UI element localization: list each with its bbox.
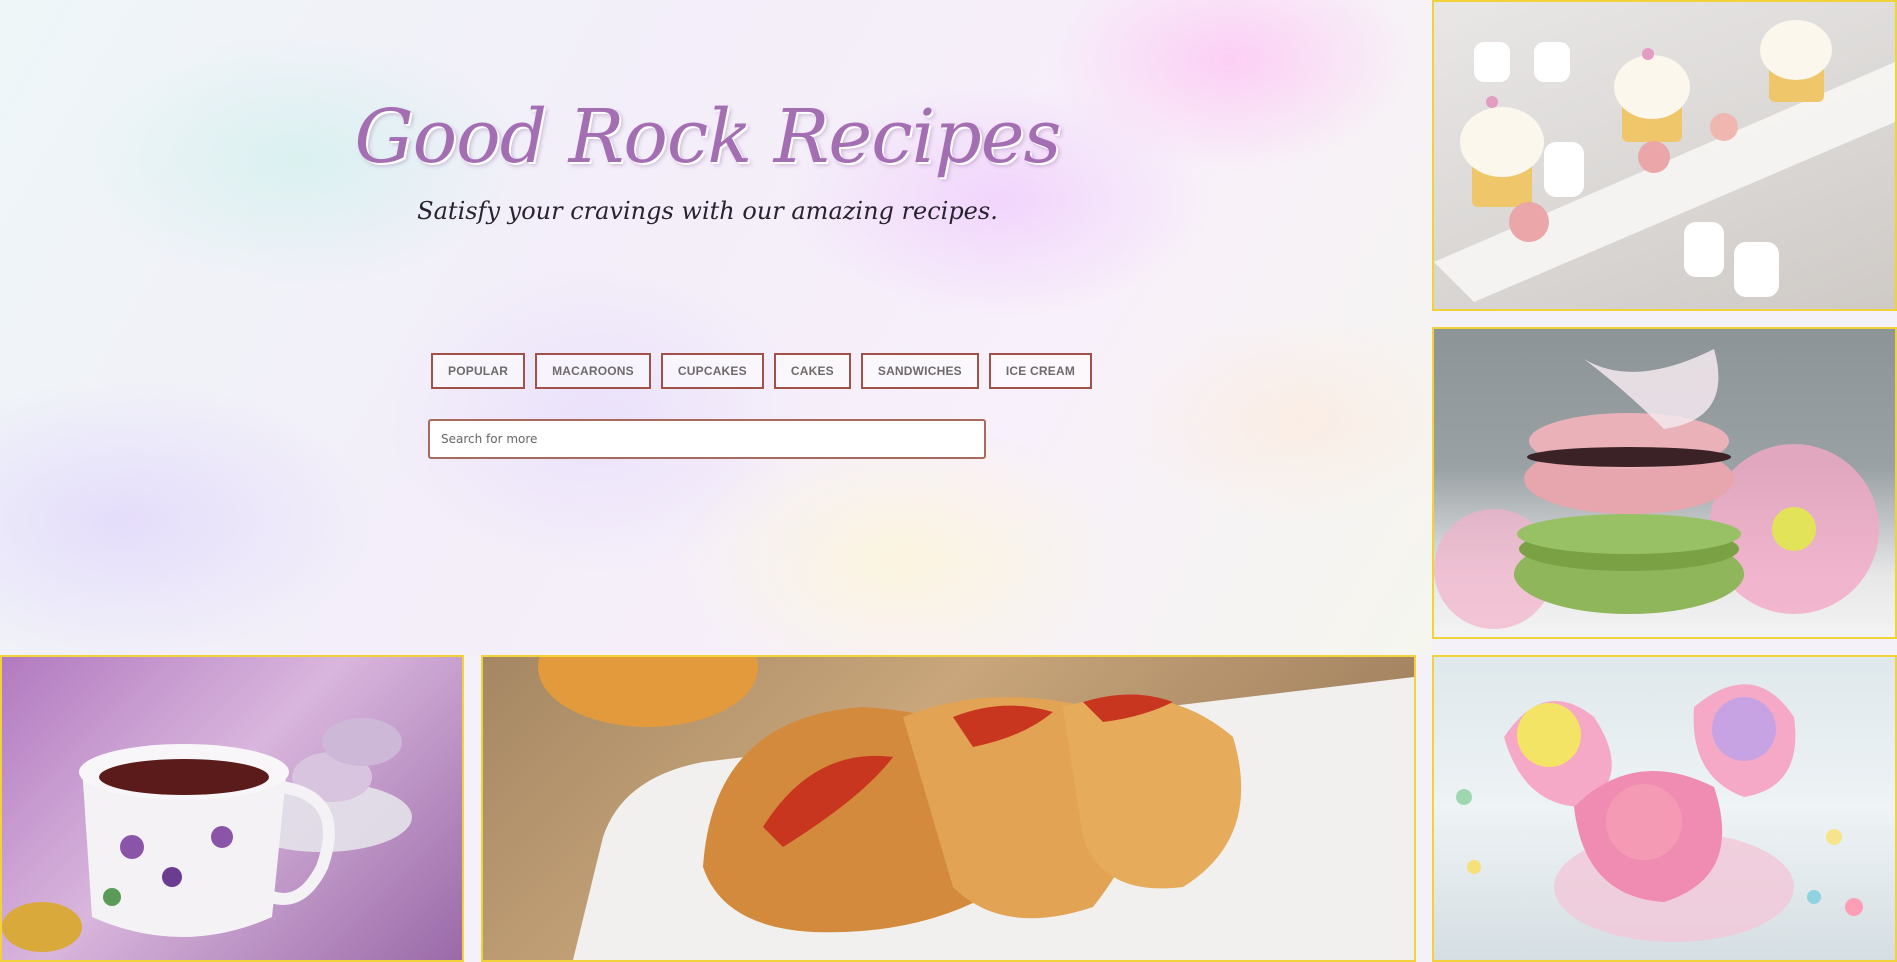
hero-banner: Good Rock Recipes Satisfy your cravings … [0, 0, 1432, 655]
cupcakes-illustration [1434, 20, 1895, 302]
pastries-illustration [538, 657, 1414, 960]
nav-button-cakes[interactable]: CAKES [773, 353, 851, 389]
nav-button-sandwiches[interactable]: SANDWICHES [860, 353, 979, 389]
site-title: Good Rock Recipes [354, 94, 1062, 180]
nav-button-ice-cream[interactable]: ICE CREAM [988, 353, 1093, 389]
flower-cupcakes-illustration [1456, 684, 1863, 942]
photo-tea-cup[interactable] [0, 655, 464, 962]
nav-button-macaroons[interactable]: MACAROONS [535, 353, 651, 389]
nav-button-cupcakes[interactable]: CUPCAKES [660, 353, 764, 389]
photo-flower-cupcakes[interactable] [1432, 655, 1897, 962]
macaron-illustration [1434, 349, 1879, 629]
tea-cup-illustration [2, 718, 412, 952]
search-input[interactable] [428, 419, 986, 459]
category-nav: POPULAR MACAROONS CUPCAKES CAKES SANDWIC… [431, 353, 1093, 389]
photo-pastries[interactable] [481, 655, 1416, 962]
photo-cupcakes[interactable] [1432, 0, 1897, 311]
nav-button-popular[interactable]: POPULAR [431, 353, 526, 389]
photo-macarons[interactable] [1432, 327, 1897, 639]
site-tagline: Satisfy your cravings with our amazing r… [417, 197, 998, 225]
